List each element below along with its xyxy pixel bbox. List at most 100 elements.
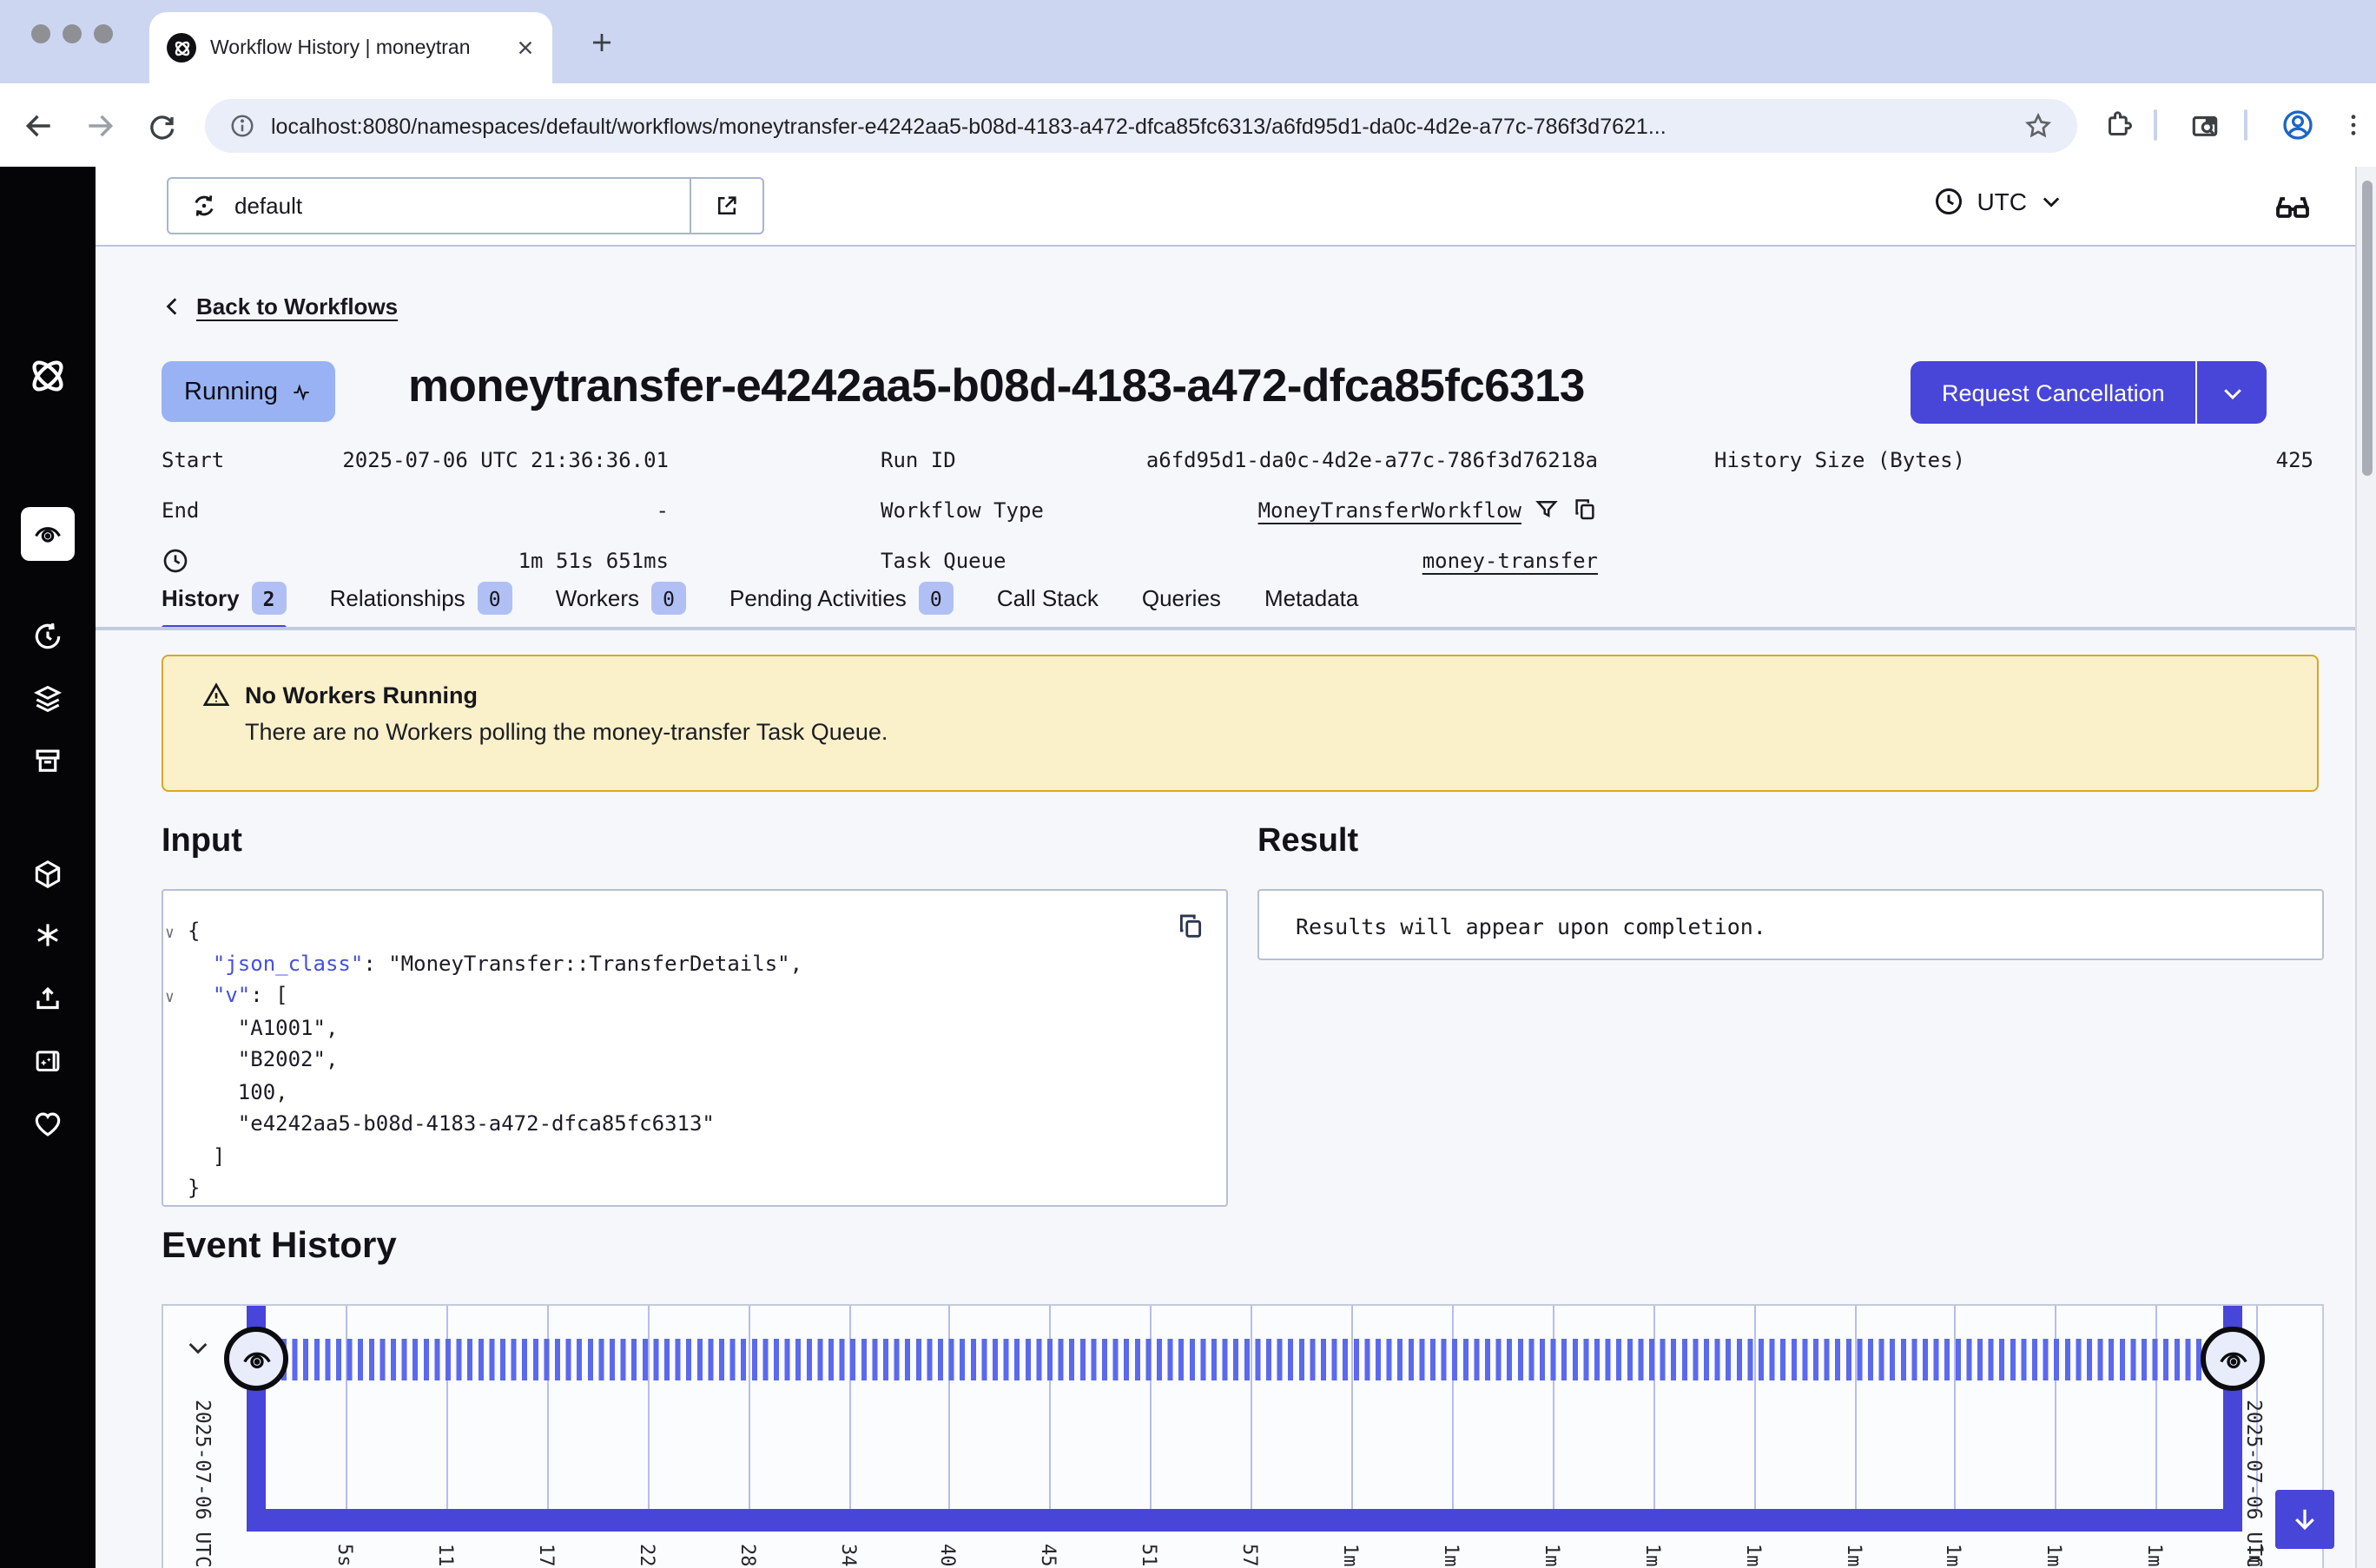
end-label: End [162,497,199,522]
namespace-value: default [234,193,302,219]
status-badge[interactable]: Running [162,361,335,422]
sidebar-item-namespaces[interactable] [0,858,96,891]
tab-workers[interactable]: Workers0 [556,582,686,629]
sidebar-item-workflows[interactable] [21,507,75,561]
timeline-tick-label: 5s [333,1544,356,1567]
timeline-event-band[interactable] [281,1339,2204,1380]
labs-mode-icon[interactable] [2272,186,2313,227]
task-queue-link[interactable]: money-transfer [1422,548,1598,572]
page-scrollbar[interactable] [2355,167,2376,1568]
meta-column-size: History Size (Bytes)425 [1714,434,2313,484]
tab-queries[interactable]: Queries [1142,585,1221,625]
tab-search-icon[interactable] [2185,106,2223,144]
json-collapse-icon[interactable]: ∨ [165,919,175,951]
timeline-end-date: 2025-07-06 UTC 2 [2242,1400,2267,1568]
event-history-timeline[interactable]: 2025-07-06 UTC 2 2025-07-06 UTC 2 5s11s1… [162,1304,2324,1568]
temporal-favicon [167,33,196,63]
tab-relationships[interactable]: Relationships0 [330,582,512,629]
timezone-selector[interactable]: UTC [1933,186,2063,217]
sidebar-item-feedback[interactable] [0,1108,96,1141]
scroll-down-button[interactable] [2275,1490,2334,1549]
sidebar-item-deployments[interactable] [0,682,96,715]
timeline-start-marker[interactable] [224,1327,288,1391]
bookmark-star-icon[interactable] [2023,111,2053,141]
timeline-gridline [446,1306,448,1509]
timeline-gridline [949,1306,951,1509]
workflow-title: moneytransfer-e4242aa5-b08d-4183-a472-df… [408,359,1585,413]
filter-icon[interactable] [1534,497,1560,523]
timeline-tick-label: 1m [1339,1544,1362,1567]
tab-history-count: 2 [252,582,287,615]
window-controls[interactable] [31,24,113,43]
sidebar-item-import[interactable] [0,983,96,1016]
tab-history[interactable]: History2 [162,582,287,629]
meta-column-ids: Run IDa6fd95d1-da0c-4d2e-a77c-786f3d7621… [881,434,1598,585]
tab-pending-activities[interactable]: Pending Activities0 [729,582,954,629]
workflow-type-link[interactable]: MoneyTransferWorkflow [1258,497,1521,522]
app-header: default UTC [96,167,2376,247]
timeline-tick-label: 34s [836,1544,859,1568]
result-heading: Result [1257,823,1358,861]
app-sidebar: 2.34.0 [0,167,96,1568]
timeline-tick-label: 57s [1238,1544,1261,1568]
sidebar-item-schedules[interactable] [0,620,96,653]
sidebar-item-docs[interactable] [0,1045,96,1078]
json-collapse-icon[interactable]: ∨ [165,983,175,1015]
request-cancellation-button[interactable]: Request Cancellation [1911,361,2196,424]
timeline-tick-label: 17s [535,1544,558,1568]
namespace-external-link-button[interactable] [690,179,762,233]
timeline-tick-label: 40s [937,1544,960,1568]
heartbeat-icon [290,380,313,403]
timeline-tick-label: 1m [1541,1544,1563,1567]
warning-message: There are no Workers polling the money-t… [245,719,2317,745]
timeline-gridline [1150,1306,1152,1509]
timeline-collapse-icon[interactable] [184,1334,212,1361]
result-placeholder: Results will appear upon completion. [1296,913,1766,939]
profile-icon[interactable] [2279,106,2317,144]
reload-icon[interactable] [142,106,181,144]
sidebar-item-nexus[interactable] [0,919,96,952]
browser-menu-icon[interactable] [2334,106,2373,144]
start-label: Start [162,447,224,471]
forward-icon[interactable] [80,106,118,144]
browser-toolbar: localhost:8080/namespaces/default/workfl… [0,83,2376,167]
tab-metadata[interactable]: Metadata [1264,585,1358,625]
sidebar-item-batch-operations[interactable] [0,745,96,778]
back-to-workflows[interactable]: Back to Workflows [162,293,398,320]
tab-pending-activities-count: 0 [919,582,954,615]
screenshot-root: Workflow History | moneytran localhost:8… [0,0,2376,1568]
start-value: 2025-07-06 UTC 21:36:36.01 [342,447,669,471]
url-bar[interactable]: localhost:8080/namespaces/default/workfl… [205,99,2077,153]
result-box: Results will appear upon completion. [1257,889,2324,960]
clock-icon [1933,186,1964,217]
tab-workers-count: 0 [651,582,686,615]
timeline-gridline [848,1306,850,1509]
timeline-gridline [1753,1306,1755,1509]
tabs-separator [96,627,2376,629]
no-workers-warning: No Workers Running There are no Workers … [162,655,2319,792]
timeline-tick-label: 22s [635,1544,657,1568]
scrollbar-thumb[interactable] [2362,181,2373,476]
site-info-icon[interactable] [229,113,255,139]
copy-input-icon[interactable] [1176,912,1205,941]
back-icon[interactable] [19,106,57,144]
warning-icon [201,681,231,710]
tab-close-icon[interactable] [516,38,535,57]
cancellation-dropdown-button[interactable] [2196,361,2267,424]
copy-icon[interactable] [1572,497,1598,523]
new-tab-button[interactable] [580,21,622,63]
extensions-icon[interactable] [2100,106,2138,144]
timeline-tick-label: 28s [736,1544,758,1568]
namespace-selector[interactable]: default [167,177,764,234]
timeline-tick-label: 1m [2143,1544,2166,1567]
warning-title: No Workers Running [245,682,478,708]
end-value: - [657,497,669,522]
timeline-end-marker[interactable] [2201,1327,2265,1391]
timeline-tick-label: 1m [1640,1544,1663,1567]
history-size-value: 425 [2276,447,2313,471]
timeline-tick-label: 1m [1741,1544,1764,1567]
event-history-heading: Event History [162,1226,397,1268]
back-to-workflows-label: Back to Workflows [196,293,398,320]
tab-call-stack[interactable]: Call Stack [997,585,1099,625]
browser-tab[interactable]: Workflow History | moneytran [149,12,552,83]
